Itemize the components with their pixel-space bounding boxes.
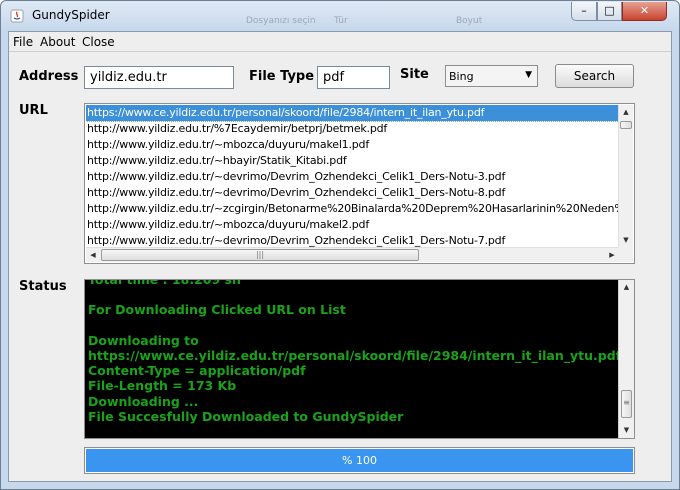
status-log-line: Downloading ... (88, 393, 199, 409)
url-list-item[interactable]: http://www.yildiz.edu.tr/%7Ecaydemir/bet… (86, 121, 619, 137)
url-horizontal-scrollbar[interactable]: ◀ ||| ▶ (86, 247, 619, 262)
minimize-button[interactable]: – (571, 2, 597, 21)
chevron-down-icon: ▼ (525, 70, 532, 80)
menu-file[interactable]: File (13, 35, 33, 49)
scroll-thumb[interactable] (620, 121, 632, 129)
site-label: Site (400, 67, 429, 82)
scroll-left-icon[interactable]: ◀ (86, 248, 100, 262)
url-label: URL (19, 103, 48, 118)
status-vertical-scrollbar[interactable]: ▲ ≡ ▼ (618, 280, 634, 438)
maximize-icon: □ (604, 4, 615, 17)
background-text: Boyut (456, 16, 483, 26)
menu-about[interactable]: About (40, 35, 75, 49)
status-log-line: https://www.ce.yildiz.edu.tr/personal/sk… (88, 348, 622, 364)
status-log-text: Total time : 18.209 sn For Downloading C… (88, 279, 622, 424)
status-label: Status (19, 279, 67, 294)
background-text: Dosyanızı seçin (246, 16, 316, 26)
url-list-item[interactable]: http://www.yildiz.edu.tr/~devrimo/Devrim… (86, 185, 619, 201)
menu-close[interactable]: Close (82, 35, 115, 49)
status-log-line (88, 318, 618, 333)
url-list-panel: https://www.ce.yildiz.edu.tr/personal/sk… (84, 103, 635, 264)
menu-bar: File About Close (9, 32, 671, 52)
close-icon: ✕ (639, 4, 650, 17)
file-type-label: File Type (249, 69, 315, 84)
maximize-button[interactable]: □ (597, 2, 622, 21)
scroll-corner (618, 247, 633, 262)
status-log-line: Total time : 18.209 sn (88, 279, 241, 287)
status-log-line: File Succesfully Downloaded to GundySpid… (88, 408, 404, 424)
site-selected-value: Bing (449, 70, 474, 83)
minimize-icon: – (581, 4, 587, 17)
status-log-line: Content-Type = application/pdf (88, 363, 306, 379)
file-type-input[interactable]: pdf (317, 66, 390, 89)
url-list-item[interactable]: http://www.yildiz.edu.tr/~devrimo/Devrim… (86, 169, 619, 185)
address-input[interactable]: yildiz.edu.tr (84, 66, 234, 89)
url-list[interactable]: https://www.ce.yildiz.edu.tr/personal/sk… (86, 105, 619, 248)
java-app-icon (10, 9, 24, 23)
scroll-down-icon[interactable]: ▼ (619, 423, 634, 438)
scroll-right-icon[interactable]: ▶ (605, 248, 619, 262)
url-list-item[interactable]: http://www.yildiz.edu.tr/~hbayir/Statik_… (86, 153, 619, 169)
download-progress-bar: % 100 (84, 447, 635, 474)
window-title: GundySpider (32, 8, 110, 22)
url-list-item[interactable]: http://www.yildiz.edu.tr/~devrimo/Devrim… (86, 233, 619, 248)
scroll-up-icon[interactable]: ▲ (619, 105, 633, 120)
scroll-thumb[interactable]: ≡ (621, 390, 632, 418)
site-select[interactable]: Bing ▼ (445, 65, 538, 87)
content-area: File About Close Address yildiz.edu.tr F… (8, 31, 672, 482)
progress-text: % 100 (342, 454, 377, 467)
status-log-line: For Downloading Clicked URL on List (88, 302, 346, 318)
url-vertical-scrollbar[interactable]: ▲ ▼ (618, 105, 633, 248)
url-list-item[interactable]: http://www.yildiz.edu.tr/~zcgirgin/Beton… (86, 201, 619, 217)
status-log-line: Downloading to (88, 332, 199, 348)
scroll-thumb[interactable]: ||| (101, 249, 419, 261)
close-window-button[interactable]: ✕ (622, 2, 667, 21)
scroll-up-icon[interactable]: ▲ (619, 280, 634, 295)
status-console[interactable]: Total time : 18.209 sn For Downloading C… (84, 279, 635, 439)
url-list-item[interactable]: https://www.ce.yildiz.edu.tr/personal/sk… (86, 105, 619, 122)
search-button[interactable]: Search (555, 64, 634, 88)
status-log-line (88, 287, 618, 302)
address-label: Address (19, 69, 79, 84)
url-list-item[interactable]: http://www.yildiz.edu.tr/~mbozca/duyuru/… (86, 137, 619, 153)
app-window: GundySpider Dosyanızı seçin Tür Boyut – … (0, 0, 680, 490)
background-text: Tür (334, 16, 348, 26)
url-list-item[interactable]: http://www.yildiz.edu.tr/~mbozca/duyuru/… (86, 217, 619, 233)
scroll-down-icon[interactable]: ▼ (619, 233, 633, 248)
title-bar[interactable]: GundySpider Dosyanızı seçin Tür Boyut – … (1, 1, 679, 31)
status-log-line: File-Length = 173 Kb (88, 378, 237, 394)
